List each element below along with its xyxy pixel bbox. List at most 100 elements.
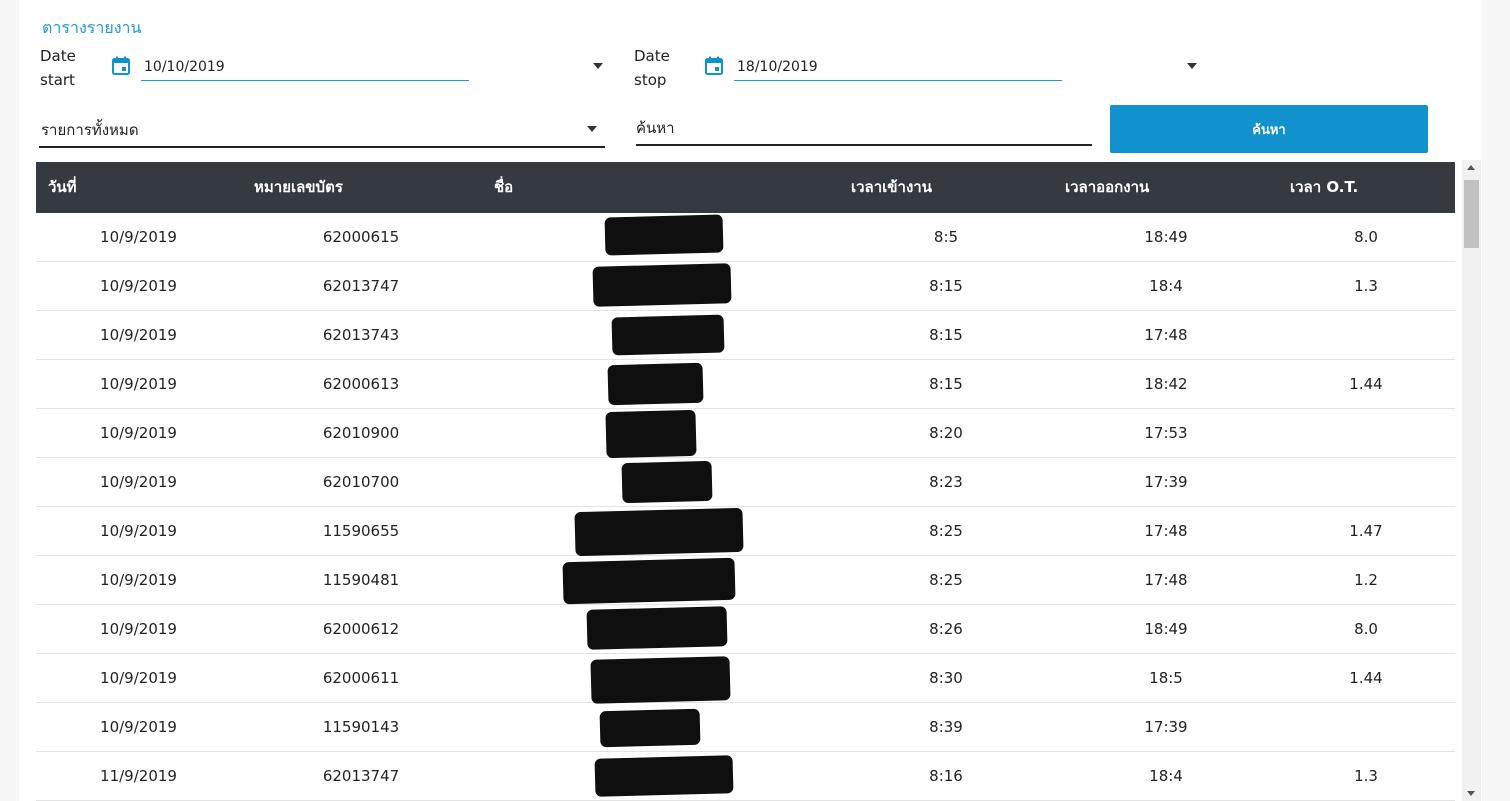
calendar-icon[interactable] xyxy=(704,56,724,76)
row-card-number: 62000615 xyxy=(322,228,400,246)
row-time-out: 17:53 xyxy=(1144,424,1188,442)
row-card-number: 62013747 xyxy=(322,277,400,295)
report-type-select[interactable]: รายการทั้งหมด xyxy=(39,114,605,148)
table-row: 10/9/2019 11590481 8:25 17:48 1.2 xyxy=(36,556,1455,605)
table-row: 10/9/2019 62000615 8:5 18:49 8.0 xyxy=(36,213,1455,262)
row-date: 10/9/2019 xyxy=(100,620,177,638)
row-time-in: 8:15 xyxy=(929,277,963,295)
chevron-down-icon[interactable] xyxy=(587,126,597,132)
row-date: 10/9/2019 xyxy=(100,718,177,736)
table-row: 10/9/2019 62013743 8:15 17:48 xyxy=(36,311,1455,360)
name-redaction xyxy=(604,214,724,256)
row-time-out: 18:49 xyxy=(1144,228,1188,246)
date-start-label-line1: Date xyxy=(40,47,76,65)
date-stop-label-line2: stop xyxy=(634,71,667,89)
row-card-number: 62010700 xyxy=(322,473,400,491)
table-row: 11/9/2019 62013747 8:16 18:4 1.3 xyxy=(36,752,1455,801)
row-time-in: 8:16 xyxy=(929,767,963,785)
column-header-ot: เวลา O.T. xyxy=(1290,178,1359,196)
date-stop-input[interactable]: 18/10/2019 xyxy=(734,54,1062,81)
row-date: 10/9/2019 xyxy=(100,228,177,246)
row-date: 10/9/2019 xyxy=(100,424,177,442)
row-date: 10/9/2019 xyxy=(100,277,177,295)
row-card-number: 62000613 xyxy=(322,375,400,393)
row-time-out: 18:42 xyxy=(1144,375,1188,393)
name-redaction xyxy=(605,409,697,459)
row-date: 11/9/2019 xyxy=(100,767,177,785)
row-time-in: 8:20 xyxy=(929,424,963,442)
table-row: 10/9/2019 11590655 8:25 17:48 1.47 xyxy=(36,507,1455,557)
date-start-input[interactable]: 10/10/2019 xyxy=(141,54,469,81)
row-time-in: 8:30 xyxy=(929,669,963,687)
date-start-label-line2: start xyxy=(40,71,75,89)
row-card-number: 11590143 xyxy=(322,718,400,736)
calendar-icon[interactable] xyxy=(111,56,131,76)
column-header-date: วันที่ xyxy=(48,178,77,196)
row-card-number: 62013743 xyxy=(322,326,400,344)
row-time-in: 8:5 xyxy=(933,228,959,246)
row-ot: 1.44 xyxy=(1349,375,1383,393)
row-time-in: 8:15 xyxy=(929,375,963,393)
date-stop-label: Date stop xyxy=(634,44,670,92)
search-input[interactable] xyxy=(636,112,1092,146)
table-body: 10/9/2019 62000615 8:5 18:49 8.0 10/9/2019 620… xyxy=(36,213,1455,801)
column-header-name: ชื่อ xyxy=(494,178,514,196)
table-header: วันที่ หมายเลขบัตร ชื่อ เวลาเข้างาน เวลา… xyxy=(36,162,1455,213)
row-ot: 1.47 xyxy=(1349,522,1383,540)
name-redaction xyxy=(586,606,728,650)
row-date: 10/9/2019 xyxy=(100,473,177,491)
table-row: 10/9/2019 62010900 8:20 17:53 xyxy=(36,409,1455,459)
row-time-out: 17:39 xyxy=(1144,718,1188,736)
table-row: 10/9/2019 62010700 8:23 17:39 xyxy=(36,458,1455,507)
table-row: 10/9/2019 62000611 8:30 18:5 1.44 xyxy=(36,654,1455,704)
row-time-out: 17:39 xyxy=(1144,473,1188,491)
row-card-number: 62000612 xyxy=(322,620,400,638)
date-stop-label-line1: Date xyxy=(634,47,670,65)
name-redaction xyxy=(621,460,713,504)
row-card-number: 62000611 xyxy=(322,669,400,687)
row-date: 10/9/2019 xyxy=(100,571,177,589)
row-card-number: 62010900 xyxy=(322,424,400,442)
row-date: 10/9/2019 xyxy=(100,375,177,393)
row-card-number: 62013747 xyxy=(322,767,400,785)
row-date: 10/9/2019 xyxy=(100,669,177,687)
name-redaction xyxy=(599,708,701,748)
column-header-time-in: เวลาเข้างาน xyxy=(851,178,932,196)
row-time-in: 8:25 xyxy=(929,571,963,589)
row-date: 10/9/2019 xyxy=(100,522,177,540)
table-row: 10/9/2019 62000613 8:15 18:42 1.44 xyxy=(36,360,1455,409)
chevron-down-icon[interactable] xyxy=(1187,63,1197,69)
page-title: ตารางรายงาน xyxy=(42,18,142,37)
scroll-down-arrow-icon[interactable] xyxy=(1467,791,1475,796)
row-time-out: 17:48 xyxy=(1144,522,1188,540)
row-time-in: 8:26 xyxy=(929,620,963,638)
vertical-scrollbar[interactable] xyxy=(1462,160,1481,801)
chevron-down-icon[interactable] xyxy=(593,63,603,69)
name-redaction xyxy=(594,755,734,797)
name-redaction xyxy=(590,656,731,704)
row-date: 10/9/2019 xyxy=(100,326,177,344)
row-time-out: 18:5 xyxy=(1149,669,1183,687)
row-ot: 8.0 xyxy=(1354,228,1378,246)
row-time-out: 17:48 xyxy=(1144,571,1188,589)
row-time-out: 18:4 xyxy=(1149,277,1183,295)
row-time-in: 8:15 xyxy=(929,326,963,344)
row-card-number: 11590481 xyxy=(322,571,400,589)
table-row: 10/9/2019 62000612 8:26 18:49 8.0 xyxy=(36,605,1455,654)
name-redaction xyxy=(611,314,725,356)
scroll-up-arrow-icon[interactable] xyxy=(1467,165,1475,170)
column-header-card: หมายเลขบัตร xyxy=(254,178,343,196)
row-time-out: 17:48 xyxy=(1144,326,1188,344)
search-button[interactable]: ค้นหา xyxy=(1110,105,1428,153)
row-time-out: 18:4 xyxy=(1149,767,1183,785)
table-row: 10/9/2019 11590143 8:39 17:39 xyxy=(36,703,1455,752)
row-ot: 1.3 xyxy=(1354,767,1378,785)
row-ot: 1.3 xyxy=(1354,277,1378,295)
attendance-table: วันที่ หมายเลขบัตร ชื่อ เวลาเข้างาน เวลา… xyxy=(36,162,1455,801)
date-start-label: Date start xyxy=(40,44,76,92)
name-redaction xyxy=(592,263,732,307)
scrollbar-thumb[interactable] xyxy=(1464,180,1479,248)
column-header-time-out: เวลาออกงาน xyxy=(1065,178,1150,196)
report-type-select-value: รายการทั้งหมด xyxy=(41,121,139,139)
name-redaction xyxy=(574,507,744,557)
